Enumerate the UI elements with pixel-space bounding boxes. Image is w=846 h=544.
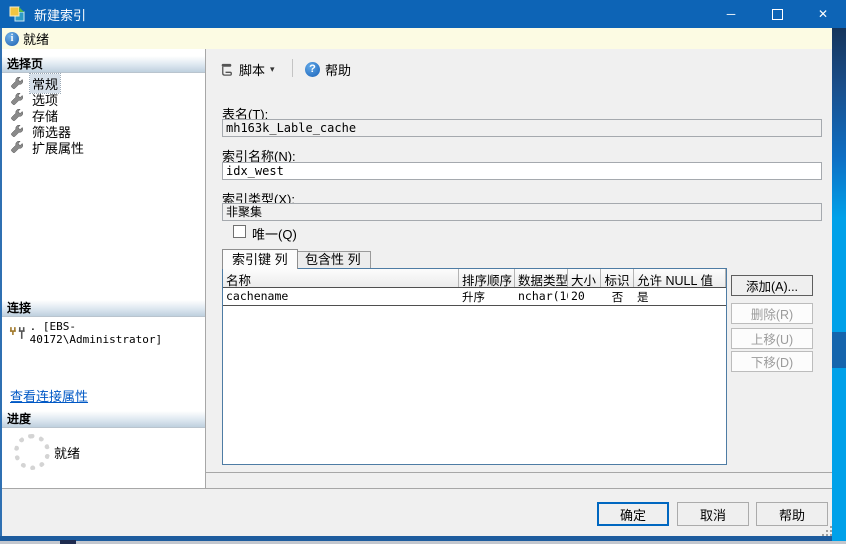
cell-sort-order[interactable]: 升序 [459,288,515,305]
left-panel: 选择页 常规 选项 存储 筛选器 扩展属性 连接 . [EBS-4017 [2,49,206,488]
move-down-button: 下移(D) [731,351,813,372]
remove-button: 删除(R) [731,303,813,324]
cell-name[interactable]: cachename [223,288,459,305]
window-title: 新建索引 [34,5,708,24]
cell-data-type: nchar(10) [515,288,568,305]
minimize-button[interactable]: ─ [708,0,754,28]
cell-allow-nulls: 是 [634,288,726,305]
unique-checkbox[interactable] [233,225,246,238]
wrench-icon [11,141,24,154]
new-index-dialog: 新建索引 ─ ✕ i 就绪 选择页 常规 选项 存储 筛选器 扩展属性 [0,0,846,544]
info-icon: i [5,32,19,46]
status-text: 就绪 [23,29,49,48]
index-name-input[interactable] [222,162,822,180]
desktop-strip-block [60,540,76,544]
help-button[interactable]: 帮助 [756,502,828,526]
maximize-icon [772,9,783,20]
sidebar-item-extended-properties[interactable]: 扩展属性 [2,139,205,155]
background-scrollbar-thumb [832,332,846,368]
wrench-icon [11,109,24,122]
wrench-icon [11,77,24,90]
chevron-down-icon[interactable]: ▾ [270,64,275,75]
connection-header: 连接 [2,300,205,317]
table-row[interactable]: cachename 升序 nchar(10) 20 否 是 [223,288,726,306]
help-button-label: 帮助 [325,60,351,79]
tab-included-columns[interactable]: 包含性 列 [295,251,371,268]
window-border-left [0,28,2,538]
connection-text: . [EBS-40172\Administrator] [30,320,205,346]
cancel-button[interactable]: 取消 [677,502,749,526]
index-columns-grid: 名称 排序顺序 数据类型 大小 标识 允许 NULL 值 cachename 升… [222,268,727,465]
script-button[interactable]: 脚本 ▾ [212,56,282,82]
server-connection-icon [8,326,26,341]
dialog-icon [9,6,25,22]
index-type-field: 非聚集 [222,203,822,221]
tab-index-key-columns[interactable]: 索引键 列 [222,249,298,269]
cell-identity: 否 [601,288,634,305]
grid-header-row: 名称 排序顺序 数据类型 大小 标识 允许 NULL 值 [223,269,726,288]
toolbar-divider [292,59,293,77]
sidebar-item-label: 扩展属性 [30,138,86,157]
footer-divider [0,488,832,489]
column-header-identity[interactable]: 标识 [601,269,634,287]
column-header-name[interactable]: 名称 [223,269,459,287]
close-icon: ✕ [818,7,828,21]
view-connection-properties-link[interactable]: 查看连接属性 [10,386,88,405]
move-up-button: 上移(U) [731,328,813,349]
unique-checkbox-label: 唯一(Q) [252,224,297,243]
column-header-data-type[interactable]: 数据类型 [515,269,568,287]
column-header-allow-nulls[interactable]: 允许 NULL 值 [634,269,726,287]
ok-button[interactable]: 确定 [597,502,669,526]
wrench-icon [11,125,24,138]
progress-spinner-icon [14,434,50,470]
progress-header: 进度 [2,411,205,428]
title-bar: 新建索引 ─ ✕ [0,0,846,28]
status-strip: i 就绪 [0,28,832,50]
resize-grip[interactable] [820,524,832,536]
main-panel: 脚本 ▾ ? 帮助 表名(T): mh163k_Lable_cache 索引名称… [206,49,832,473]
cell-size: 20 [568,288,601,305]
column-header-sort-order[interactable]: 排序顺序 [459,269,515,287]
connection-row: . [EBS-40172\Administrator] [8,320,205,346]
maximize-button[interactable] [754,0,800,28]
minimize-icon: ─ [727,7,736,21]
help-toolbar-button[interactable]: ? 帮助 [298,56,358,82]
background-scrollbar [832,28,846,544]
script-icon [219,62,234,77]
column-header-size[interactable]: 大小 [568,269,601,287]
script-button-label: 脚本 [239,60,265,79]
table-name-field: mh163k_Lable_cache [222,119,822,137]
select-page-header: 选择页 [2,56,205,73]
add-button[interactable]: 添加(A)... [731,275,813,296]
progress-text: 就绪 [54,443,80,462]
close-button[interactable]: ✕ [800,0,846,28]
help-icon: ? [305,62,320,77]
wrench-icon [11,93,24,106]
